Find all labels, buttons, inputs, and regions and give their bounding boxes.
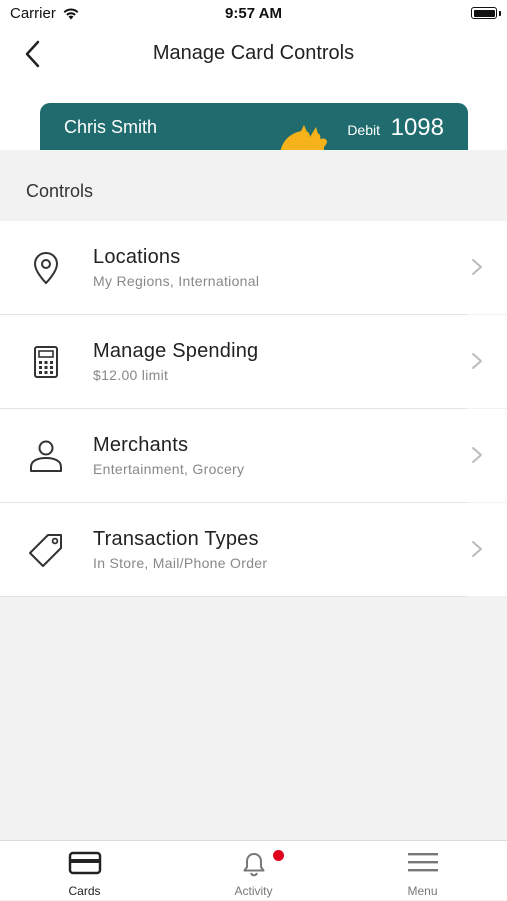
tab-cards[interactable]: Cards <box>0 841 169 901</box>
hamburger-icon <box>407 853 438 872</box>
control-title: Merchants <box>93 434 189 456</box>
control-row-transaction-types[interactable]: Transaction Types In Store, Mail/Phone O… <box>0 503 507 597</box>
control-row-manage-spending[interactable]: Manage Spending $12.00 limit <box>0 315 507 409</box>
tab-label: Menu <box>407 884 438 898</box>
chevron-right-icon <box>472 447 482 463</box>
tab-bar: Cards Activity Menu <box>0 840 507 900</box>
status-time: 9:57 AM <box>225 5 282 22</box>
card-last-digits: 1098 <box>390 114 444 141</box>
control-subtitle: In Store, Mail/Phone Order <box>93 555 268 571</box>
control-title: Locations <box>93 246 181 268</box>
battery-tip <box>499 11 501 16</box>
controls-list: Locations My Regions, International Mana… <box>0 221 507 597</box>
card-holder-name: Chris Smith <box>64 117 158 137</box>
tab-menu[interactable]: Menu <box>338 841 507 901</box>
section-label: Controls <box>26 181 94 201</box>
control-subtitle: $12.00 limit <box>93 367 169 383</box>
tab-activity[interactable]: Activity <box>169 841 338 901</box>
chevron-right-icon <box>472 541 482 557</box>
card-hand-artwork <box>280 125 327 150</box>
chevron-right-icon <box>472 259 482 275</box>
control-row-merchants[interactable]: Merchants Entertainment, Grocery <box>0 409 507 503</box>
card-icon <box>68 851 101 875</box>
control-row-locations[interactable]: Locations My Regions, International <box>0 221 507 315</box>
notification-badge <box>273 850 284 861</box>
control-title: Manage Spending <box>93 340 259 362</box>
debit-card[interactable]: Chris Smith Debit 1098 <box>40 103 468 150</box>
chevron-right-icon <box>472 353 482 369</box>
battery-icon <box>471 7 497 19</box>
bell-icon <box>243 853 264 877</box>
status-bar: Carrier 9:57 AM <box>0 0 507 28</box>
person-icon <box>30 440 62 472</box>
tag-icon <box>29 534 62 567</box>
tab-label: Cards <box>68 884 101 898</box>
location-pin-icon <box>33 251 59 285</box>
row-divider <box>0 596 467 597</box>
control-subtitle: Entertainment, Grocery <box>93 461 245 477</box>
page-title: Manage Card Controls <box>152 42 355 64</box>
control-title: Transaction Types <box>93 528 259 550</box>
tab-label: Activity <box>234 884 273 898</box>
control-subtitle: My Regions, International <box>93 273 260 289</box>
card-type: Debit <box>347 122 380 138</box>
controls-section-header: Controls <box>0 150 507 221</box>
calculator-icon <box>34 346 58 378</box>
